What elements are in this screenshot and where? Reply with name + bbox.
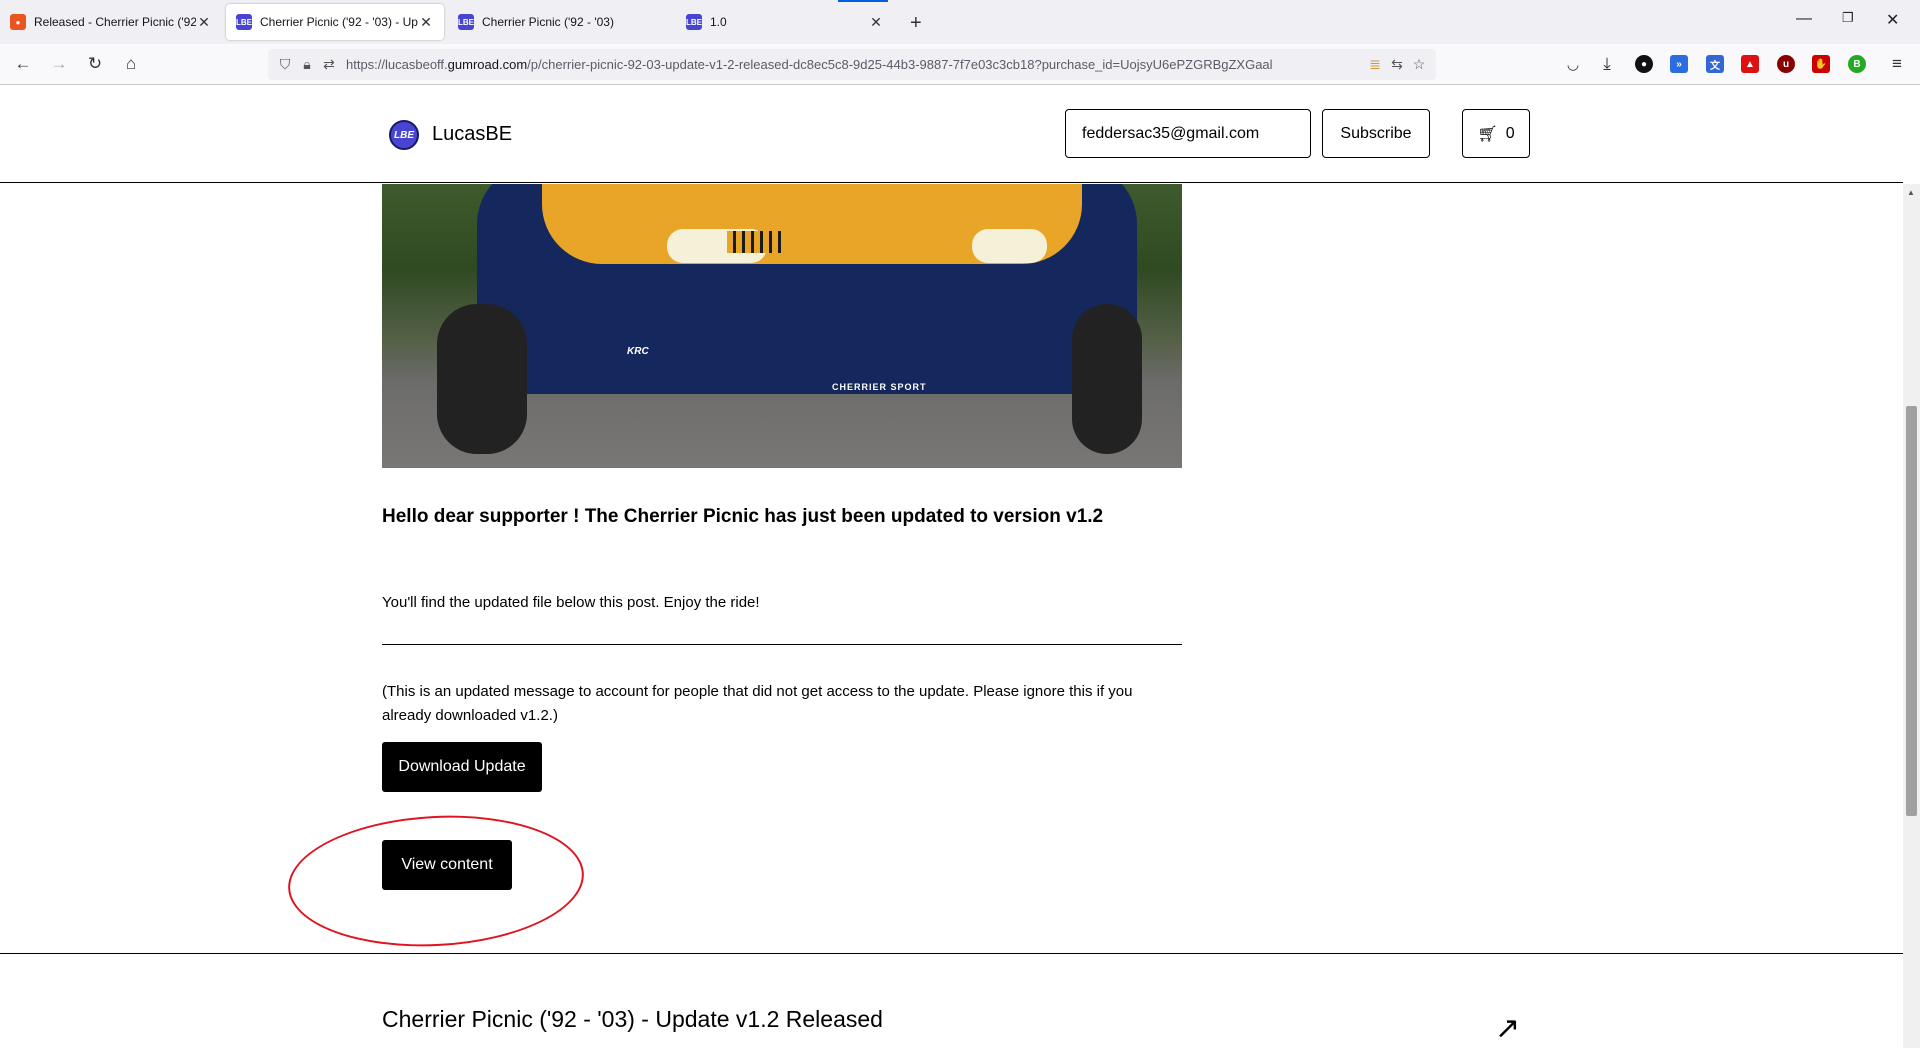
extension-dark-icon[interactable]: ● bbox=[1635, 55, 1653, 73]
subscribe-button[interactable]: Subscribe bbox=[1322, 109, 1430, 158]
bumper-text: CHERRIER SPORT bbox=[832, 382, 927, 392]
close-icon[interactable]: ✕ bbox=[868, 14, 884, 31]
download-icon[interactable]: ⤓ bbox=[1596, 53, 1618, 75]
page-content: LBE LucasBE feddersac35@gmail.com Subscr… bbox=[0, 86, 1903, 1048]
tab-title: Cherrier Picnic ('92 - '03) - Upda bbox=[260, 15, 418, 29]
email-field[interactable]: feddersac35@gmail.com bbox=[1065, 109, 1311, 158]
car-headlight bbox=[972, 229, 1047, 263]
view-content-button[interactable]: View content bbox=[382, 840, 512, 890]
close-icon[interactable]: ✕ bbox=[196, 14, 212, 31]
extension-thumb-icon[interactable]: ✋ bbox=[1812, 55, 1830, 73]
minimize-icon[interactable]: — bbox=[1796, 10, 1812, 28]
divider bbox=[382, 644, 1182, 645]
tab-update-active[interactable]: LBE Cherrier Picnic ('92 - '03) - Upda ✕ bbox=[226, 4, 444, 40]
restore-icon[interactable]: ❐ bbox=[1842, 10, 1854, 26]
lock-icon[interactable]: 🔒︎ bbox=[296, 56, 318, 73]
extension-red-icon[interactable]: ▲ bbox=[1741, 55, 1759, 73]
translate-icon[interactable]: ⇆ bbox=[1386, 56, 1408, 73]
car-wheel bbox=[1072, 304, 1142, 454]
url-text[interactable]: https://lucasbeoff.gumroad.com/p/cherrie… bbox=[340, 57, 1364, 72]
back-icon[interactable]: ← bbox=[12, 53, 34, 75]
tab-title: 1.0 bbox=[710, 15, 727, 29]
tab-title: Released - Cherrier Picnic ('92 - bbox=[34, 15, 196, 29]
car-wheel bbox=[437, 304, 527, 454]
scrollbar-thumb[interactable] bbox=[1906, 406, 1917, 816]
shield-icon[interactable]: ⛉ bbox=[274, 56, 296, 73]
page-scrollbar[interactable]: ▲ bbox=[1903, 184, 1920, 1048]
download-update-button[interactable]: Download Update bbox=[382, 742, 542, 792]
cart-count: 0 bbox=[1505, 124, 1515, 142]
url-bar[interactable]: ⛉ 🔒︎ ⇄ https://lucasbeoff.gumroad.com/p/… bbox=[268, 49, 1436, 80]
article-note: (This is an updated message to account f… bbox=[382, 683, 1133, 724]
ublock-icon[interactable]: u bbox=[1777, 55, 1795, 73]
plate-text: KRC bbox=[627, 346, 649, 357]
article-heading: Hello dear supporter ! The Cherrier Picn… bbox=[382, 506, 1104, 527]
permissions-icon[interactable]: ⇄ bbox=[318, 56, 340, 73]
cart-button[interactable]: 🛒︎ 0 bbox=[1462, 109, 1530, 158]
creator-name[interactable]: LucasBE bbox=[432, 123, 512, 146]
divider bbox=[0, 953, 1903, 954]
lbe-icon: LBE bbox=[686, 14, 702, 30]
reload-icon[interactable]: ↻ bbox=[84, 53, 106, 75]
close-icon[interactable]: ✕ bbox=[418, 14, 434, 31]
home-icon[interactable]: ⌂ bbox=[120, 53, 142, 75]
tab-strip: ● Released - Cherrier Picnic ('92 - ✕ LB… bbox=[0, 0, 1920, 44]
window-close-icon[interactable]: ✕ bbox=[1886, 10, 1899, 30]
lbe-icon: LBE bbox=[236, 14, 252, 30]
lbe-icon: LBE bbox=[458, 14, 474, 30]
new-tab-button[interactable]: + bbox=[910, 12, 922, 35]
external-arrow-icon[interactable]: ↗ bbox=[1495, 1011, 1520, 1046]
bookmark-star-icon[interactable]: ☆ bbox=[1408, 56, 1430, 73]
creator-logo[interactable]: LBE bbox=[389, 120, 419, 150]
menu-icon[interactable]: ≡ bbox=[1886, 53, 1908, 75]
extension-arrow-icon[interactable]: » bbox=[1670, 55, 1688, 73]
next-post-title[interactable]: Cherrier Picnic ('92 - '03) - Update v1.… bbox=[382, 1006, 883, 1033]
hero-image: KRC CHERRIER SPORT bbox=[382, 184, 1182, 468]
forward-icon[interactable]: → bbox=[48, 53, 70, 75]
pocket-icon[interactable]: ◡ bbox=[1562, 53, 1584, 75]
car-grille bbox=[727, 231, 787, 253]
tab-released[interactable]: ● Released - Cherrier Picnic ('92 - ✕ bbox=[0, 0, 222, 44]
reader-icon[interactable]: ≣ bbox=[1364, 56, 1386, 73]
nav-bar: ← → ↻ ⌂ ⛉ 🔒︎ ⇄ https://lucasbeoff.gumroa… bbox=[0, 44, 1920, 85]
cart-icon: 🛒︎ bbox=[1477, 125, 1498, 143]
article-paragraph: You'll find the updated file below this … bbox=[382, 594, 760, 611]
scroll-up-icon[interactable]: ▲ bbox=[1907, 188, 1915, 197]
site-header: LBE LucasBE feddersac35@gmail.com Subscr… bbox=[0, 86, 1903, 183]
extension-translate-icon[interactable]: 文 bbox=[1706, 55, 1724, 73]
ubuntu-icon: ● bbox=[10, 14, 26, 30]
extension-green-icon[interactable]: B bbox=[1848, 55, 1866, 73]
tab-1-0[interactable]: LBE 1.0 bbox=[676, 0, 836, 44]
